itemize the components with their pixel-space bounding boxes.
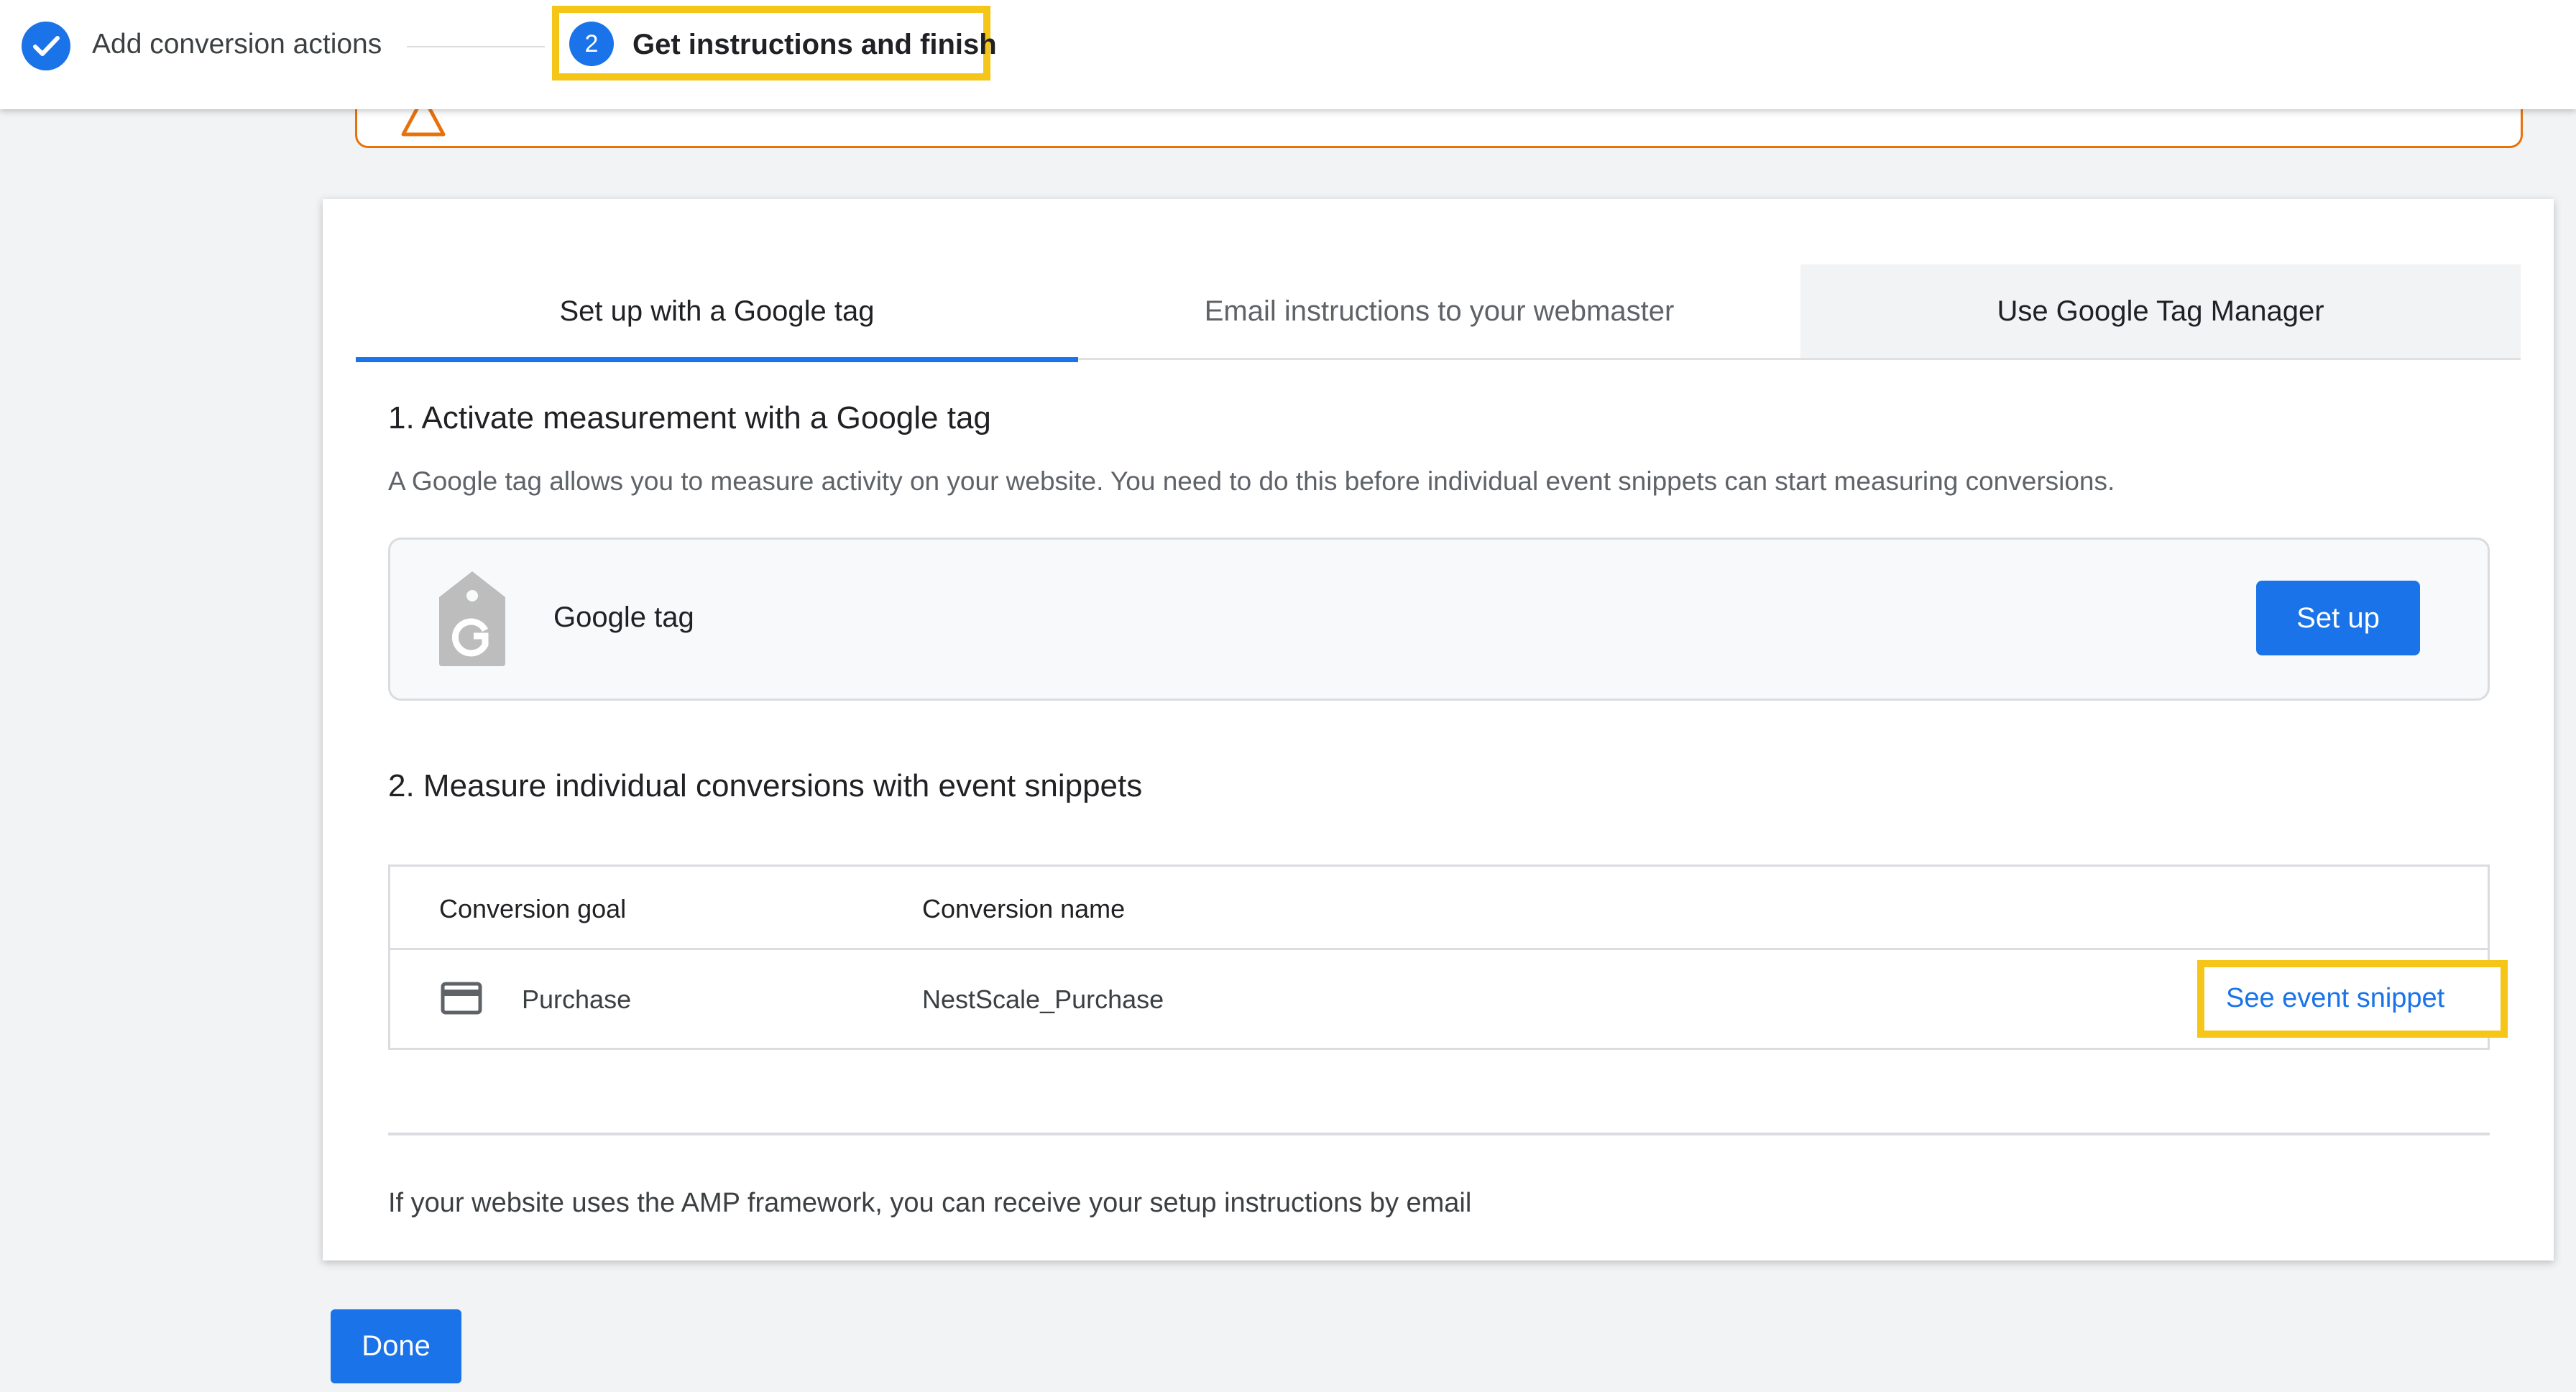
conversion-name-cell: NestScale_Purchase <box>922 985 1164 1014</box>
table-row: Purchase NestScale_Purchase See event sn… <box>390 950 2508 1048</box>
see-event-snippet-link[interactable]: See event snippet <box>2226 983 2444 1014</box>
divider <box>388 1133 2490 1135</box>
tab-tag-manager[interactable]: Use Google Tag Manager <box>1800 264 2521 358</box>
done-button[interactable]: Done <box>331 1309 461 1383</box>
google-tag-label: Google tag <box>553 601 694 633</box>
google-tag-icon <box>439 571 505 666</box>
conversion-goal-cell: Purchase <box>522 985 632 1014</box>
google-tag-panel: Google tag Set up <box>388 538 2490 701</box>
section-1-description: A Google tag allows you to measure activ… <box>388 466 2115 496</box>
stepper-header: Add conversion actions 2 Get instruction… <box>0 0 2576 109</box>
column-header-goal: Conversion goal <box>439 894 627 923</box>
event-snippets-table: Conversion goal Conversion name Purchase… <box>388 865 2508 1050</box>
tab-email-webmaster[interactable]: Email instructions to your webmaster <box>1078 264 1800 358</box>
table-header: Conversion goal Conversion name <box>390 867 2488 950</box>
step-2-number: 2 <box>569 22 614 66</box>
see-event-snippet-highlight: See event snippet <box>2197 960 2508 1038</box>
tab-bar: Set up with a Google tag Email instructi… <box>356 264 2521 362</box>
amp-note: If your website uses the AMP framework, … <box>388 1188 1472 1218</box>
column-header-name: Conversion name <box>922 894 1126 923</box>
tab-google-tag[interactable]: Set up with a Google tag <box>356 264 1078 362</box>
instructions-card: Set up with a Google tag Email instructi… <box>323 199 2554 1260</box>
step-2-label: Get instructions and finish <box>632 29 997 60</box>
credit-card-icon <box>441 982 482 1015</box>
setup-button[interactable]: Set up <box>2256 581 2420 655</box>
section-1-heading: 1. Activate measurement with a Google ta… <box>388 400 991 435</box>
step-1-label[interactable]: Add conversion actions <box>92 29 382 60</box>
step-2-highlight[interactable]: 2 Get instructions and finish <box>552 6 997 80</box>
step-connector <box>407 46 545 47</box>
section-2-heading: 2. Measure individual conversions with e… <box>388 768 1143 803</box>
check-circle-icon <box>22 22 70 70</box>
